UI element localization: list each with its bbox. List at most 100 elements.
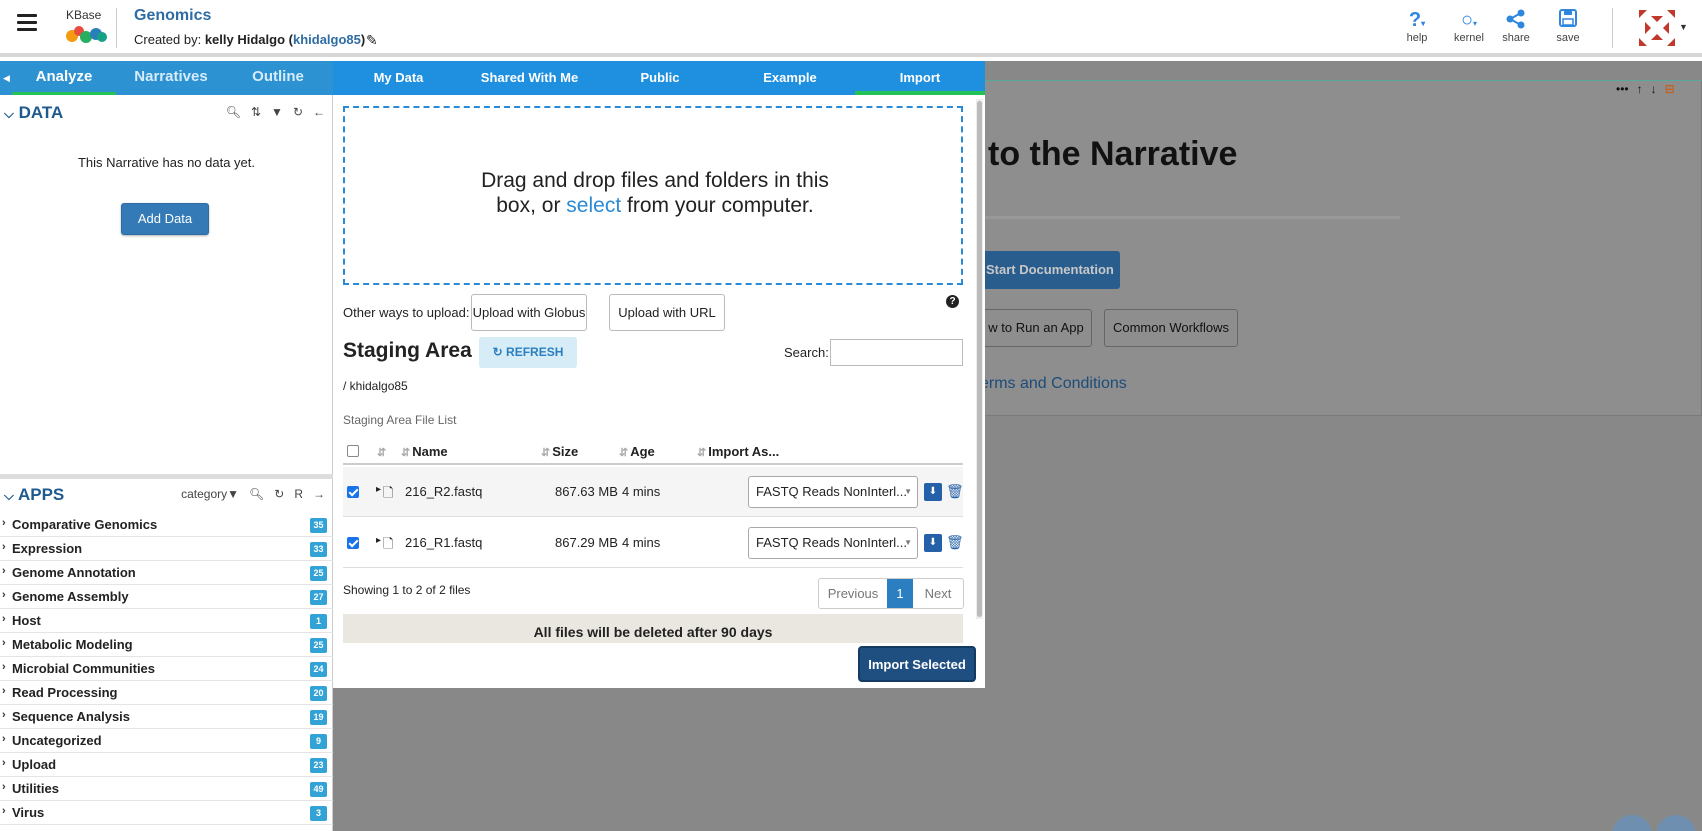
start-documentation-button[interactable]: Start Documentation [980,251,1120,289]
tab-example[interactable]: Example [725,61,855,95]
data-title[interactable]: ⌵ DATA [4,103,63,123]
pagination: Previous 1 Next [818,578,964,609]
tab-import[interactable]: Import [855,61,985,95]
category-sequence-analysis[interactable]: › Sequence Analysis 19 [0,705,333,729]
column-age[interactable]: ⇵ Age [619,444,655,459]
back-arrow-icon[interactable]: ← [313,105,325,119]
trash-icon[interactable]: 🗑︎ [946,534,964,551]
how-to-run-app-button[interactable]: w to Run an App [980,309,1092,347]
kbase-logo[interactable]: KBase [62,6,110,46]
category-microbial-communities[interactable]: › Microbial Communities 24 [0,657,333,681]
category-utilities[interactable]: › Utilities 49 [0,777,333,801]
trash-icon[interactable]: 🗑︎ [946,483,964,500]
showing-count: Showing 1 to 2 of 2 files [343,583,471,597]
row-checkbox[interactable] [347,537,359,549]
column-name[interactable]: ⇵ Name [401,444,448,459]
upload-url-button[interactable]: Upload with URL [609,294,725,331]
category-uncategorized[interactable]: › Uncategorized 9 [0,729,333,753]
refresh-icon[interactable]: ↻ [293,105,303,119]
refresh-button[interactable]: ↻ REFRESH [479,337,577,368]
arrow-down-icon[interactable]: ↓ [1651,82,1657,96]
tab-narratives[interactable]: Narratives [118,61,224,95]
arrow-up-icon[interactable]: ↑ [1637,82,1643,96]
file-drop-zone[interactable]: Drag and drop files and folders in this … [343,106,963,285]
question-circle-icon[interactable]: ? [946,295,959,308]
share-button[interactable]: share [1494,8,1538,44]
refresh-icon[interactable]: ↻ [274,487,284,501]
save-button[interactable]: save [1546,8,1590,44]
chevron-right-icon: › [2,613,6,625]
edit-pencil-icon[interactable]: ✎ [366,32,378,49]
sort-column[interactable]: ⇵ [377,444,388,459]
top-header: KBase Genomics Created by: kelly Hidalgo… [0,0,1702,57]
chevron-down-icon: ▼ [904,538,912,547]
filter-icon[interactable]: ▼ [271,105,283,119]
select-all-checkbox[interactable] [347,445,359,457]
page-1-button[interactable]: 1 [887,579,913,608]
category-host[interactable]: › Host 1 [0,609,333,633]
other-ways-label: Other ways to upload: [343,305,470,320]
category-filter[interactable]: category▼ [171,487,239,501]
panel-separator[interactable] [0,474,333,479]
select-files-link[interactable]: select [566,194,621,217]
expand-row-icon[interactable]: ▸ [376,535,381,546]
owner-user-link[interactable]: khidalgo85 [293,32,361,47]
column-import-as[interactable]: ⇵ Import As... [697,444,779,459]
created-by: Created by: kelly Hidalgo (khidalgo85) [134,32,366,47]
category-metabolic-modeling[interactable]: › Metabolic Modeling 25 [0,633,333,657]
category-read-processing[interactable]: › Read Processing 20 [0,681,333,705]
tab-shared-with-me[interactable]: Shared With Me [464,61,595,95]
common-workflows-button[interactable]: Common Workflows [1104,309,1238,347]
search-icon[interactable]: 🔍︎ [226,105,241,119]
download-icon[interactable]: ⬇ [924,534,942,552]
more-icon[interactable]: ••• [1616,82,1629,96]
category-comparative-genomics[interactable]: › Comparative Genomics 35 [0,513,333,537]
upload-globus-button[interactable]: Upload with Globus [471,294,587,331]
kernel-button[interactable]: ○▾ kernel [1447,8,1491,44]
apps-title[interactable]: ⌵ APPS [4,485,64,505]
drop-zone-text: Drag and drop files and folders in this … [481,169,829,217]
search-icon[interactable]: 🔍︎ [249,487,264,501]
import-type-select[interactable]: FASTQ Reads NonInterl... ▼ [748,476,918,508]
category-expression[interactable]: › Expression 33 [0,537,333,561]
category-upload[interactable]: › Upload 23 [0,753,333,777]
terms-link[interactable]: erms and Conditions [980,375,1127,393]
download-icon[interactable]: ⬇ [924,483,942,501]
file-age: 4 mins [622,535,661,550]
kernel-icon: ○▾ [1460,9,1478,31]
import-selected-button[interactable]: Import Selected [858,646,976,682]
help-icon: ?▾ [1408,9,1426,31]
import-type-select[interactable]: FASTQ Reads NonInterl... ▼ [748,527,918,559]
forward-arrow-icon[interactable]: → [313,487,325,501]
panel-scrollbar[interactable] [976,99,983,619]
hamburger-menu-icon[interactable] [17,14,37,35]
collapse-icon[interactable]: ⊟ [1665,82,1675,96]
avatar-dropdown-icon[interactable]: ▼ [1679,22,1688,32]
category-genome-annotation[interactable]: › Genome Annotation 25 [0,561,333,585]
sort-icon[interactable]: ⇅ [251,105,261,119]
tab-outline[interactable]: Outline [226,61,330,95]
delete-notice: All files will be deleted after 90 days [343,614,963,643]
help-button[interactable]: ?▾ help [1395,8,1439,44]
add-data-button[interactable]: Add Data [121,203,209,235]
chevron-right-icon: › [2,781,6,793]
previous-page-button[interactable]: Previous [819,579,887,608]
category-genome-assembly[interactable]: › Genome Assembly 27 [0,585,333,609]
category-virus[interactable]: › Virus 3 [0,801,333,825]
collapse-panel-icon[interactable]: ◀ [3,73,10,84]
narrative-title[interactable]: Genomics [134,7,211,25]
chevron-right-icon: › [2,541,6,553]
tab-public[interactable]: Public [595,61,725,95]
r-toggle[interactable]: R [294,487,303,501]
tab-my-data[interactable]: My Data [333,61,464,95]
column-size[interactable]: ⇵ Size [541,444,578,459]
next-page-button[interactable]: Next [913,579,963,608]
file-icon: 🗋 [383,485,394,500]
expand-row-icon[interactable]: ▸ [376,484,381,495]
table-row: ▸ 🗋 216_R2.fastq 867.63 MB 4 mins FASTQ … [343,467,964,517]
user-avatar[interactable] [1637,8,1677,48]
staging-search-input[interactable] [830,339,963,366]
tab-analyze[interactable]: Analyze [12,61,116,95]
count-badge: 25 [310,566,327,581]
row-checkbox[interactable] [347,486,359,498]
